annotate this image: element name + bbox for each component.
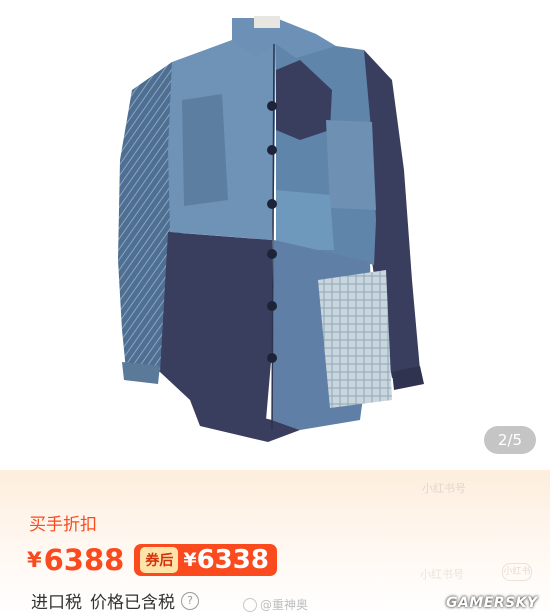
watermark-text: 小红书号 <box>420 568 464 581</box>
watermark-badge: 小红书 <box>502 563 532 581</box>
image-counter: 2/5 <box>484 426 536 454</box>
coupon-price-badge[interactable]: 券后 ¥ 6338 <box>134 544 277 576</box>
weibo-watermark: @重神奥 <box>243 596 308 613</box>
product-image <box>118 16 424 442</box>
price-row: ¥ 6388 券后 ¥ 6338 <box>27 540 277 580</box>
site-watermark: GAMERSKY <box>446 595 538 611</box>
tax-label: 进口税 <box>31 593 82 613</box>
discount-label: 买手折扣 <box>29 515 97 535</box>
coupon-currency-symbol: ¥ <box>183 549 197 571</box>
watermark-text: 小红书号 <box>422 482 466 495</box>
product-image-gallery[interactable]: 2/5 <box>0 0 550 470</box>
help-icon[interactable]: ? <box>181 591 199 610</box>
weibo-icon <box>243 597 257 612</box>
price-value: 6388 <box>43 543 125 577</box>
coupon-price-value: 6338 <box>196 545 269 575</box>
currency-symbol: ¥ <box>27 548 42 572</box>
weibo-handle: @重神奥 <box>260 598 309 612</box>
tax-note: 价格已含税 <box>90 593 175 613</box>
coupon-tag: 券后 <box>140 547 179 573</box>
tax-info[interactable]: 进口税 价格已含税 ? <box>31 588 199 613</box>
